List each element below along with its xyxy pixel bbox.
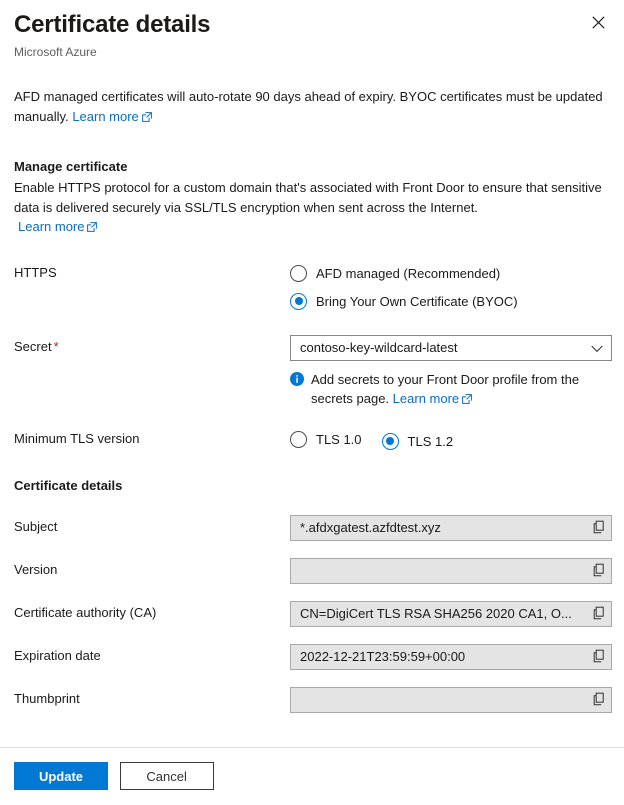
secret-learn-more-label: Learn more [392,391,460,406]
radio-checked-icon [290,292,307,310]
panel-body: AFD managed certificates will auto-rotat… [0,87,624,713]
external-link-icon [141,108,152,128]
expiration-date-label: Expiration date [14,648,101,663]
secret-label: Secret * [14,335,290,356]
copy-icon [592,606,606,623]
https-row: HTTPS AFD managed (Recommended) Bring Yo… [14,261,610,313]
https-radio-group: AFD managed (Recommended) Bring Your Own… [290,261,610,313]
intro-learn-more-link[interactable]: Learn more [72,109,138,124]
secret-info-text: Add secrets to your Front Door profile f… [311,370,614,409]
subject-control: *.afdxgatest.azfdtest.xyz [290,515,612,541]
update-button[interactable]: Update [14,762,108,790]
certificate-authority-value: CN=DigiCert TLS RSA SHA256 2020 CA1, O..… [300,606,572,621]
expiration-date-value: 2022-12-21T23:59:59+00:00 [300,649,466,664]
panel-subtitle: Microsoft Azure [14,45,97,59]
subject-value: *.afdxgatest.azfdtest.xyz [300,520,441,535]
manage-certificate-heading: Manage certificate [14,159,128,174]
chevron-down-icon [591,341,603,356]
secret-select[interactable]: contoso-key-wildcard-latest [290,335,612,361]
panel-footer: Update Cancel [0,747,624,805]
cancel-button[interactable]: Cancel [119,762,214,790]
version-control [290,558,612,584]
thumbprint-readonly-field [290,687,612,713]
radio-byoc[interactable]: Bring Your Own Certificate (BYOC) [290,289,610,313]
radio-checked-icon [381,432,399,450]
copy-button-subject[interactable] [587,516,611,540]
intro-learn-more-label: Learn more [72,109,139,124]
secret-row: Secret * contoso-key-wildcard-latest Add … [14,335,612,409]
secret-control: contoso-key-wildcard-latest Add secrets … [290,335,614,409]
close-icon [591,15,605,29]
secret-label-text: Secret [14,339,52,354]
page-title: Certificate details [14,11,211,38]
field-row-certificate-authority: Certificate authority (CA) CN=DigiCert T… [14,601,612,627]
expiration-date-control: 2022-12-21T23:59:59+00:00 [290,644,612,670]
version-readonly-field [290,558,612,584]
field-row-subject: Subject *.afdxgatest.azfdtest.xyz [14,515,612,541]
expiration-date-readonly-field: 2022-12-21T23:59:59+00:00 [290,644,612,670]
secret-info-message: Add secrets to your Front Door profile f… [290,370,614,409]
copy-button-version[interactable] [587,559,611,583]
tls-version-row: Minimum TLS version TLS 1.0 TLS 1.2 [14,427,610,451]
field-row-version: Version [14,558,612,584]
thumbprint-control [290,687,612,713]
copy-icon [592,563,606,580]
subject-readonly-field: *.afdxgatest.azfdtest.xyz [290,515,612,541]
radio-afd-managed[interactable]: AFD managed (Recommended) [290,261,610,285]
certificate-authority-label: Certificate authority (CA) [14,605,157,620]
external-link-icon [462,390,473,409]
certificate-authority-control: CN=DigiCert TLS RSA SHA256 2020 CA1, O..… [290,601,612,627]
copy-icon [592,520,606,537]
copy-icon [592,692,606,709]
certificate-authority-readonly-field: CN=DigiCert TLS RSA SHA256 2020 CA1, O..… [290,601,612,627]
radio-unchecked-icon [290,264,307,282]
tls-version-label: Minimum TLS version [14,431,140,446]
radio-tls-10[interactable]: TLS 1.0 [290,427,362,451]
panel-header: Certificate details Microsoft Azure [0,0,624,61]
external-link-icon [87,220,98,235]
manage-certificate-description: Enable HTTPS protocol for a custom domai… [14,180,602,215]
required-marker: * [53,339,59,354]
field-row-thumbprint: Thumbprint [14,687,612,713]
subject-label: Subject [14,519,58,534]
secret-learn-more-link[interactable]: Learn more [393,391,459,406]
radio-tls-12-label: TLS 1.2 [407,433,454,449]
thumbprint-label: Thumbprint [14,691,80,706]
version-label: Version [14,562,58,577]
radio-unchecked-icon [290,430,307,448]
field-row-expiration-date: Expiration date 2022-12-21T23:59:59+00:0… [14,644,612,670]
close-button[interactable] [584,8,612,36]
radio-byoc-label: Bring Your Own Certificate (BYOC) [316,293,518,309]
radio-afd-managed-label: AFD managed (Recommended) [316,265,501,281]
info-icon [290,372,304,386]
copy-icon [592,649,606,666]
manage-learn-more-label: Learn more [18,219,85,234]
manage-learn-more-link[interactable]: Learn more [18,219,84,234]
certificate-details-heading: Certificate details [14,478,123,493]
copy-button-certificate-authority[interactable] [587,602,611,626]
tls-radio-group: TLS 1.0 TLS 1.2 [290,427,610,451]
copy-button-thumbprint[interactable] [587,688,611,712]
radio-tls-10-label: TLS 1.0 [316,431,362,447]
intro-paragraph: AFD managed certificates will auto-rotat… [14,87,610,128]
secret-selected-value: contoso-key-wildcard-latest [300,340,458,355]
https-label: HTTPS [14,265,57,280]
manage-certificate-learn-more-line: Learn more [14,219,610,235]
radio-tls-12[interactable]: TLS 1.2 [381,429,454,453]
copy-button-expiration-date[interactable] [587,645,611,669]
